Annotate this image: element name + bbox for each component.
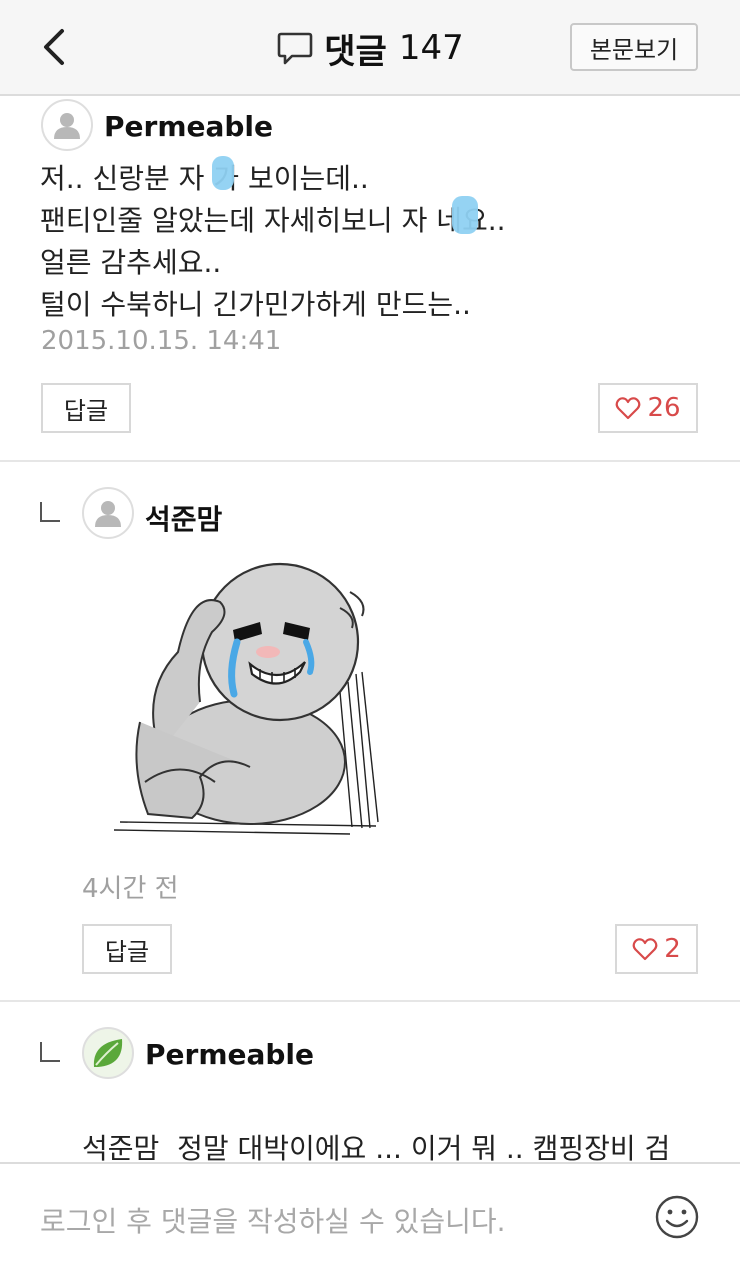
avatar[interactable] (41, 99, 93, 151)
comment-author[interactable]: Permeable (145, 1038, 314, 1071)
top-bar: 댓글 147 본문보기 (0, 0, 740, 96)
speech-bubble-icon (277, 32, 313, 65)
comment-count: 147 (398, 28, 464, 68)
comment-input-bar: 로그인 후 댓글을 작성하실 수 있습니다. (0, 1162, 740, 1264)
censor-mark (452, 196, 478, 234)
view-article-button[interactable]: 본문보기 (570, 23, 698, 71)
comment-item: 석준맘 4시간 전 답글 2 (0, 462, 740, 1002)
smiley-icon[interactable] (654, 1194, 700, 1240)
censor-mark (212, 156, 234, 190)
avatar[interactable] (82, 487, 134, 539)
reply-button[interactable]: 답글 (82, 924, 172, 974)
like-button[interactable]: 26 (598, 383, 698, 433)
leaf-icon (93, 1039, 123, 1067)
reply-indicator (40, 502, 60, 522)
person-icon (95, 501, 121, 527)
comment-input[interactable]: 로그인 후 댓글을 작성하실 수 있습니다. (40, 1200, 506, 1240)
comment-author[interactable]: 석준맘 (145, 498, 222, 538)
mention-author[interactable]: 석준맘 (82, 1132, 159, 1165)
reply-indicator (40, 1042, 60, 1062)
comment-body: 저.. 신랑분 자 가 보이는데.. 팬티인줄 알았는데 자세히보니 자 네요.… (40, 162, 506, 321)
person-icon (54, 113, 80, 139)
title-label: 댓글 (324, 31, 387, 72)
comment-item: Permeable 석준맘 정말 대박이에요 ... 이거 뭐 .. 캠핑장비 … (0, 1002, 740, 1207)
comment-item: Permeable 저.. 신랑분 자 가 보이는데.. 팬티인줄 알았는데 자… (0, 96, 740, 462)
like-button[interactable]: 2 (615, 924, 698, 974)
heart-icon (632, 938, 658, 961)
like-count: 2 (664, 934, 681, 964)
heart-icon (616, 397, 641, 420)
comment-timestamp: 4시간 전 (82, 874, 179, 904)
comment-author[interactable]: Permeable (104, 110, 273, 143)
crying-sticker-image (113, 562, 379, 835)
comment-timestamp: 2015.10.15. 14:41 (41, 326, 282, 356)
reply-button[interactable]: 답글 (41, 383, 131, 433)
avatar[interactable] (82, 1027, 134, 1079)
like-count: 26 (647, 393, 681, 423)
